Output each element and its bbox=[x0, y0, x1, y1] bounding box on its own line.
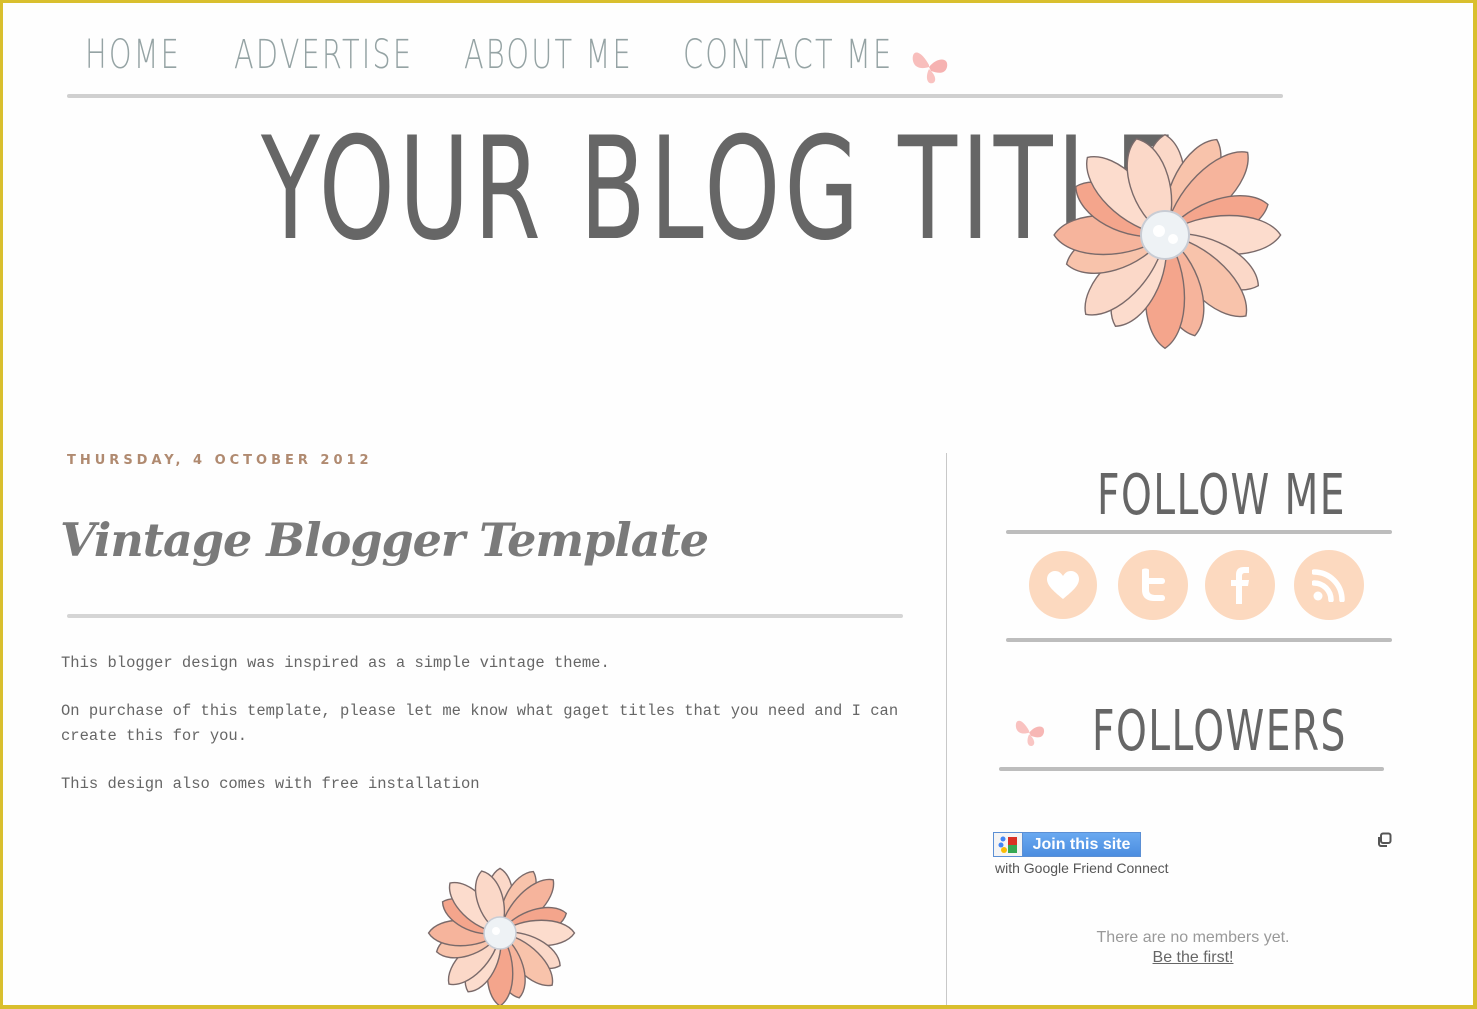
facebook-icon bbox=[1231, 567, 1249, 604]
post-divider bbox=[67, 614, 903, 618]
follow-divider-bottom bbox=[1006, 638, 1392, 642]
flower-illustration-small bbox=[427, 867, 576, 1005]
blog-page: HOME ADVERTISE ABOUT ME CONTACT ME YOUR … bbox=[3, 3, 1473, 1005]
follow-me-title: FOLLOW ME bbox=[1097, 463, 1346, 528]
post-paragraph: On purchase of this template, please let… bbox=[61, 702, 899, 745]
nav-home[interactable]: HOME bbox=[85, 33, 181, 77]
post-date: THURSDAY, 4 OCTOBER 2012 bbox=[67, 453, 373, 468]
followers-divider bbox=[999, 767, 1384, 771]
facebook-button[interactable] bbox=[1205, 550, 1275, 620]
join-this-site-label: Join this site bbox=[1032, 836, 1131, 853]
post-body: This blogger design was inspired as a si… bbox=[61, 651, 931, 820]
twitter-button[interactable] bbox=[1118, 550, 1188, 620]
top-navigation: HOME ADVERTISE ABOUT ME CONTACT ME bbox=[3, 3, 1473, 103]
rss-button[interactable] bbox=[1294, 550, 1364, 620]
rss-icon bbox=[1312, 569, 1345, 602]
gfc-caption: with Google Friend Connect bbox=[995, 860, 1169, 876]
twitter-icon bbox=[1142, 568, 1165, 601]
butterfly-icon bbox=[1015, 720, 1045, 746]
flower-illustration bbox=[1053, 133, 1282, 350]
popout-icon[interactable] bbox=[1376, 832, 1392, 848]
column-divider bbox=[946, 453, 947, 1005]
heart-button[interactable] bbox=[1029, 551, 1097, 619]
google-friend-connect-icon bbox=[994, 833, 1023, 856]
followers-title: FOLLOWERS bbox=[1092, 699, 1347, 764]
heart-icon bbox=[1047, 571, 1079, 599]
post-paragraph: This blogger design was inspired as a si… bbox=[61, 654, 610, 672]
butterfly-icon bbox=[912, 52, 948, 84]
nav-about-me[interactable]: ABOUT ME bbox=[464, 33, 633, 77]
join-this-site-button[interactable]: Join this site bbox=[993, 832, 1141, 857]
post-paragraph: This design also comes with free install… bbox=[61, 775, 480, 793]
nav-divider bbox=[67, 94, 1283, 98]
post-title[interactable]: Vintage Blogger Template bbox=[60, 513, 709, 567]
be-the-first-link[interactable]: Be the first! bbox=[1153, 949, 1234, 966]
be-first-wrapper: Be the first! bbox=[1043, 949, 1343, 967]
nav-contact-me[interactable]: CONTACT ME bbox=[683, 33, 893, 77]
follow-divider-top bbox=[1006, 530, 1392, 534]
nav-advertise[interactable]: ADVERTISE bbox=[234, 33, 413, 77]
no-members-text: There are no members yet. bbox=[1096, 929, 1290, 946]
